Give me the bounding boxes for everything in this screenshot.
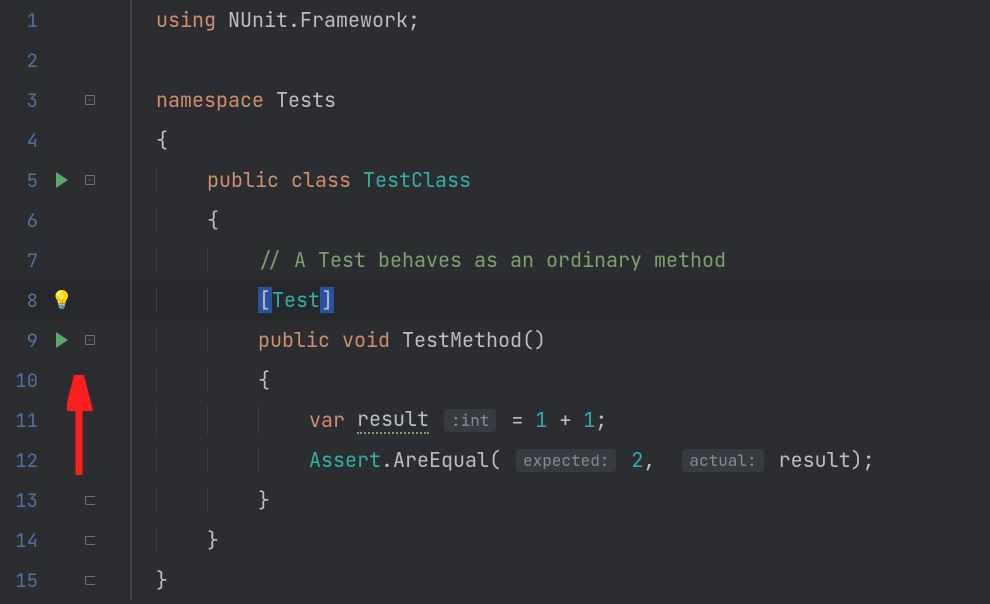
attribute-bracket: [	[258, 287, 272, 313]
keyword-using: using	[156, 7, 216, 33]
code-line[interactable]: 4 {	[0, 120, 990, 160]
run-test-icon[interactable]	[56, 332, 68, 348]
line-number: 5	[0, 168, 46, 193]
code-line[interactable]: 12 Assert . AreEqual ( expected: 2 , act…	[0, 440, 990, 480]
brace-close: }	[156, 567, 168, 593]
code-line-current[interactable]: 8 💡 [Test]	[0, 280, 990, 320]
class-name: TestClass	[363, 167, 471, 193]
code-line[interactable]: 14 }	[0, 520, 990, 560]
code-line[interactable]: 2	[0, 40, 990, 80]
namespace-ref: NUnit.Framework	[228, 7, 408, 33]
line-number: 9	[0, 328, 46, 353]
keyword-public: public	[207, 167, 279, 193]
line-number: 8	[0, 288, 46, 313]
namespace-name: Tests	[276, 87, 336, 113]
type-reference: Assert	[309, 447, 381, 473]
fold-toggle-icon[interactable]: −	[85, 175, 95, 185]
fold-toggle-icon[interactable]: −	[85, 95, 95, 105]
code-editor[interactable]: 1 using NUnit.Framework ; 2 3 − namespac…	[0, 0, 990, 600]
variable-name: result	[357, 406, 429, 434]
line-number: 4	[0, 128, 46, 153]
brace-close: }	[207, 527, 219, 553]
number-literal: 1	[583, 407, 595, 433]
comment: // A Test behaves as an ordinary method	[258, 247, 726, 273]
inlay-hint-param: actual:	[682, 449, 763, 472]
run-test-icon[interactable]	[56, 172, 68, 188]
keyword-class: class	[291, 167, 351, 193]
line-number: 7	[0, 248, 46, 273]
keyword-namespace: namespace	[156, 87, 264, 113]
code-line[interactable]: 11 var result :int = 1 + 1 ;	[0, 400, 990, 440]
code-line[interactable]: 3 − namespace Tests	[0, 80, 990, 120]
keyword-public: public	[258, 327, 330, 353]
inlay-hint-param: expected:	[516, 449, 616, 472]
brace-close: }	[258, 487, 270, 513]
line-number: 11	[0, 408, 46, 433]
fold-end-icon[interactable]	[85, 496, 95, 505]
line-number: 3	[0, 88, 46, 113]
fold-end-icon[interactable]	[85, 576, 95, 585]
attribute-name: Test	[272, 287, 320, 313]
code-line[interactable]: 7 // A Test behaves as an ordinary metho…	[0, 240, 990, 280]
method-call: AreEqual	[393, 447, 489, 473]
brace-open: {	[258, 367, 270, 393]
code-line[interactable]: 1 using NUnit.Framework ;	[0, 0, 990, 40]
line-number: 2	[0, 48, 46, 73]
line-number: 1	[0, 8, 46, 33]
lightbulb-icon[interactable]: 💡	[51, 289, 73, 312]
code-line[interactable]: 9 − public void TestMethod ()	[0, 320, 990, 360]
number-literal: 1	[535, 407, 547, 433]
inlay-hint-type: :int	[444, 409, 496, 432]
line-number: 13	[0, 488, 46, 513]
number-literal: 2	[631, 447, 643, 473]
method-name: TestMethod	[402, 327, 522, 353]
attribute-bracket: ]	[320, 287, 334, 313]
code-line[interactable]: 13 }	[0, 480, 990, 520]
code-line[interactable]: 15 }	[0, 560, 990, 600]
gutter-separator	[130, 0, 132, 40]
keyword-void: void	[342, 327, 390, 353]
keyword-var: var	[309, 407, 345, 433]
brace-open: {	[207, 207, 219, 233]
code-line[interactable]: 5 − public class TestClass	[0, 160, 990, 200]
line-number: 10	[0, 368, 46, 393]
code-line[interactable]: 6 {	[0, 200, 990, 240]
fold-toggle-icon[interactable]: −	[85, 335, 95, 345]
variable-ref: result	[779, 447, 851, 473]
line-number: 12	[0, 448, 46, 473]
brace-open: {	[156, 127, 168, 153]
line-number: 14	[0, 528, 46, 553]
line-number: 6	[0, 208, 46, 233]
code-line[interactable]: 10 {	[0, 360, 990, 400]
fold-end-icon[interactable]	[85, 536, 95, 545]
line-number: 15	[0, 568, 46, 593]
